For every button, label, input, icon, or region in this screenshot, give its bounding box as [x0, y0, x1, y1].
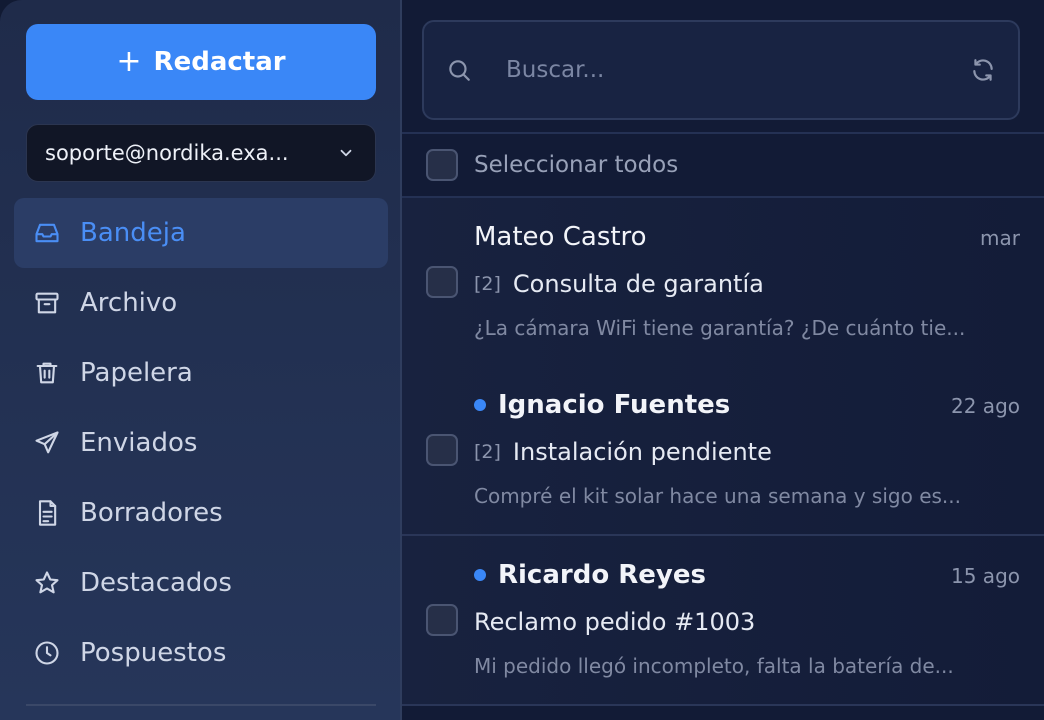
sidebar: + Redactar soporte@nordika.exa... Bandej… — [0, 0, 402, 720]
folder-nav: Bandeja Archivo Papelera Enviados Borrad… — [14, 198, 388, 688]
sidebar-item-label: Pospuestos — [80, 638, 227, 668]
plus-icon: + — [116, 44, 142, 79]
sidebar-item-papelera[interactable]: Papelera — [14, 338, 388, 408]
chevron-down-icon — [340, 149, 352, 157]
message-preview: Compré el kit solar hace una semana y si… — [474, 484, 961, 508]
search-bar — [402, 0, 1044, 134]
star-icon — [32, 568, 62, 598]
select-all-row: Seleccionar todos — [402, 134, 1044, 198]
sidebar-item-label: Borradores — [80, 498, 223, 528]
message-preview: Mi pedido llegó incompleto, falta la bat… — [474, 654, 954, 678]
message-sender: Ricardo Reyes — [474, 560, 706, 590]
sidebar-item-bandeja[interactable]: Bandeja — [14, 198, 388, 268]
message-date: 15 ago — [951, 564, 1020, 588]
sidebar-item-label: Papelera — [80, 358, 193, 388]
search-box — [422, 20, 1020, 120]
refresh-icon[interactable] — [970, 57, 996, 83]
thread-count: [2] — [474, 441, 501, 463]
sidebar-item-label: Bandeja — [80, 218, 186, 248]
compose-button[interactable]: + Redactar — [26, 24, 376, 100]
sidebar-item-archivo[interactable]: Archivo — [14, 268, 388, 338]
account-email: soporte@nordika.exa... — [45, 141, 289, 165]
archive-icon — [32, 288, 62, 318]
list-item[interactable]: Ricardo Reyes 15 ago Reclamo pedido #100… — [402, 536, 1044, 706]
sidebar-item-destacados[interactable]: Destacados — [14, 548, 388, 618]
message-checkbox[interactable] — [426, 266, 458, 298]
send-icon — [32, 428, 62, 458]
message-checkbox[interactable] — [426, 604, 458, 636]
account-selector[interactable]: soporte@nordika.exa... — [26, 124, 376, 182]
clock-icon — [32, 638, 62, 668]
thread-count: [2] — [474, 273, 501, 295]
message-list-pane: Seleccionar todos Mateo Castro mar [2] C… — [402, 0, 1044, 720]
search-input[interactable] — [506, 57, 970, 83]
sidebar-divider — [26, 704, 376, 706]
unread-dot-icon — [474, 569, 486, 581]
mail-app: + Redactar soporte@nordika.exa... Bandej… — [0, 0, 1044, 720]
list-item[interactable]: Mateo Castro mar [2] Consulta de garantí… — [402, 198, 1044, 368]
message-date: 22 ago — [951, 394, 1020, 418]
message-preview: ¿La cámara WiFi tiene garantía? ¿De cuán… — [474, 316, 966, 340]
sidebar-item-borradores[interactable]: Borradores — [14, 478, 388, 548]
search-icon — [449, 60, 470, 81]
unread-dot-icon — [474, 399, 486, 411]
message-checkbox[interactable] — [426, 434, 458, 466]
trash-icon — [32, 358, 62, 388]
message-subject: [2] Instalación pendiente — [474, 438, 772, 466]
sidebar-item-label: Archivo — [80, 288, 178, 318]
message-subject: Reclamo pedido #1003 — [474, 608, 756, 636]
sidebar-item-pospuestos[interactable]: Pospuestos — [14, 618, 388, 688]
message-date: mar — [980, 226, 1020, 250]
select-all-checkbox[interactable] — [426, 149, 458, 181]
inbox-icon — [32, 218, 62, 248]
message-subject: [2] Consulta de garantía — [474, 270, 764, 298]
message-sender: Mateo Castro — [474, 222, 647, 252]
list-item[interactable]: Ignacio Fuentes 22 ago [2] Instalación p… — [402, 366, 1044, 536]
message-sender: Ignacio Fuentes — [474, 390, 730, 420]
draft-icon — [32, 498, 62, 528]
select-all-label: Seleccionar todos — [474, 152, 679, 178]
sidebar-item-enviados[interactable]: Enviados — [14, 408, 388, 478]
compose-label: Redactar — [153, 47, 286, 77]
sidebar-item-label: Destacados — [80, 568, 232, 598]
sidebar-item-label: Enviados — [80, 428, 198, 458]
